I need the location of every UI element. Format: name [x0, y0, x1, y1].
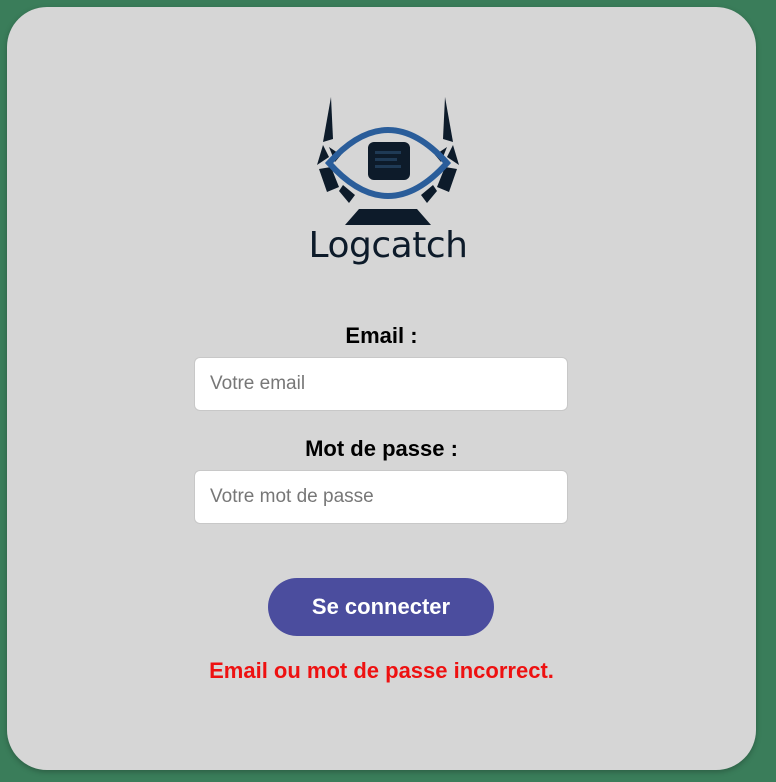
brand-logo: Logcatch	[303, 87, 473, 277]
password-input[interactable]	[194, 470, 568, 524]
login-card: Logcatch Email : Mot de passe : Se conne…	[7, 7, 756, 770]
email-input[interactable]	[194, 357, 568, 411]
password-label: Mot de passe :	[305, 436, 458, 461]
email-label: Email :	[345, 323, 418, 348]
login-button[interactable]: Se connecter	[268, 578, 494, 636]
error-message: Email ou mot de passe incorrect.	[209, 658, 554, 683]
brand-name: Logcatch	[308, 225, 468, 266]
eye-horns-logo-icon	[317, 97, 459, 225]
